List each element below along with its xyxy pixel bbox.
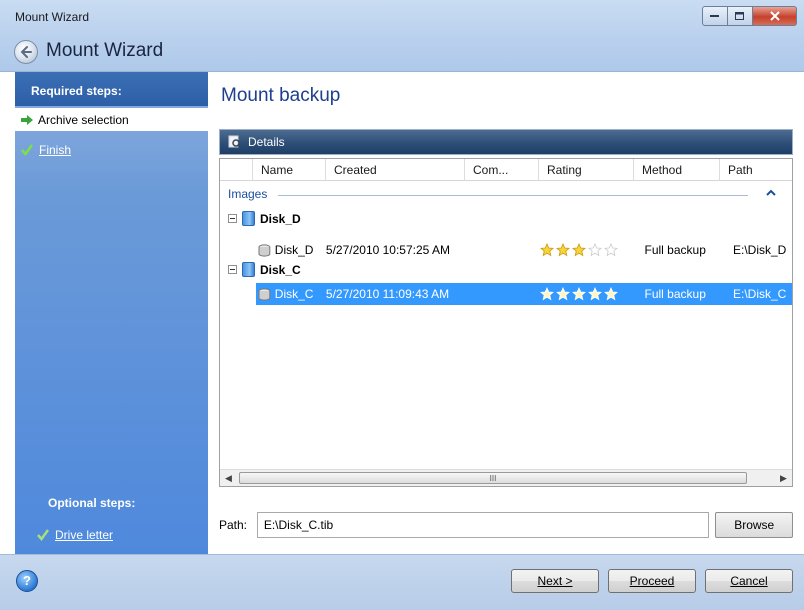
- star-filled-icon[interactable]: [556, 243, 571, 257]
- sidebar-item-drive-letter[interactable]: Drive letter: [37, 528, 113, 542]
- column-header-created[interactable]: Created: [326, 159, 465, 181]
- star-filled-icon[interactable]: [540, 243, 555, 257]
- disk-name: Disk_C: [260, 262, 301, 277]
- path-row: Path: Browse: [219, 510, 793, 540]
- main-pane: Mount backup Details Name Created Com...…: [208, 72, 804, 554]
- check-icon: [21, 143, 33, 156]
- cell-created: 5/27/2010 11:09:43 AM: [325, 287, 450, 301]
- back-arrow-icon: [20, 46, 32, 58]
- cancel-button-label: Cancel: [730, 574, 768, 588]
- current-step-arrow-icon: [21, 114, 33, 125]
- tree-node-disk-d[interactable]: Disk_D: [228, 211, 301, 226]
- column-headers: Name Created Com... Rating Method Path: [220, 159, 792, 181]
- cell-name: Disk_D: [274, 243, 314, 257]
- window-title: Mount Wizard: [15, 10, 90, 24]
- app-title: Mount Wizard: [46, 40, 164, 61]
- star-filled-icon[interactable]: [572, 287, 587, 301]
- next-button[interactable]: Next >: [511, 569, 599, 593]
- table-row[interactable]: Disk_C 5/27/2010 11:09:43 AM Full backup…: [256, 283, 792, 305]
- minimize-icon: [710, 15, 719, 17]
- title-bar: Mount Wizard Mount Wizard: [0, 0, 804, 72]
- path-label: Path:: [219, 518, 248, 532]
- cell-method: Full backup: [644, 287, 706, 301]
- cancel-button[interactable]: Cancel: [705, 569, 793, 593]
- page-title: Mount backup: [221, 85, 341, 106]
- horizontal-scrollbar[interactable]: ◀ III ▶: [220, 469, 792, 486]
- scroll-right-icon[interactable]: ▶: [775, 470, 792, 486]
- column-header-comment[interactable]: Com...: [465, 159, 539, 181]
- proceed-button-label: Proceed: [629, 574, 675, 588]
- cell-created: 5/27/2010 10:57:25 AM: [325, 243, 451, 257]
- details-magnifier-icon: [228, 135, 242, 149]
- star-empty-icon[interactable]: [604, 243, 619, 257]
- star-filled-icon[interactable]: [572, 243, 587, 257]
- star-filled-icon[interactable]: [540, 287, 555, 301]
- details-toggle[interactable]: Details: [219, 129, 793, 155]
- star-filled-icon[interactable]: [556, 287, 571, 301]
- tree-node-disk-c[interactable]: Disk_C: [228, 262, 301, 277]
- help-icon[interactable]: ?: [16, 570, 38, 592]
- cell-path: E:\Disk_C: [733, 287, 787, 301]
- scroll-thumb[interactable]: III: [239, 472, 747, 484]
- sidebar-item-label[interactable]: Finish: [39, 143, 71, 157]
- browse-button[interactable]: Browse: [715, 512, 793, 538]
- column-header-blank: [220, 159, 253, 181]
- column-header-path[interactable]: Path: [720, 159, 792, 181]
- scroll-left-icon[interactable]: ◀: [220, 470, 237, 486]
- sidebar-item-finish[interactable]: Finish: [15, 138, 208, 161]
- group-divider: [278, 195, 748, 196]
- sidebar-item-label[interactable]: Drive letter: [55, 528, 113, 542]
- minimize-button[interactable]: [702, 6, 728, 26]
- close-button[interactable]: [753, 6, 797, 26]
- maximize-button[interactable]: [728, 6, 753, 26]
- star-empty-icon[interactable]: [588, 243, 603, 257]
- sidebar-item-archive-selection[interactable]: Archive selection: [15, 108, 208, 131]
- collapse-toggle[interactable]: [228, 214, 237, 223]
- cell-rating[interactable]: [540, 243, 644, 257]
- column-header-rating[interactable]: Rating: [539, 159, 634, 181]
- back-button[interactable]: [14, 40, 38, 64]
- cell-method: Full backup: [644, 243, 706, 257]
- scroll-thumb-grip: III: [489, 473, 497, 483]
- cell-path: E:\Disk_D: [733, 243, 787, 257]
- cell-rating[interactable]: [540, 287, 644, 301]
- close-icon: [769, 11, 780, 21]
- maximize-icon: [735, 11, 744, 20]
- footer-bar: ? Next > Proceed Cancel: [0, 554, 804, 610]
- check-icon: [37, 529, 49, 541]
- sidebar-item-label: Archive selection: [38, 112, 129, 127]
- details-label: Details: [248, 135, 285, 149]
- required-steps-heading: Required steps:: [15, 72, 208, 106]
- collapse-toggle[interactable]: [228, 265, 237, 274]
- window-controls: [702, 6, 797, 26]
- collapse-chevron-icon[interactable]: [766, 189, 776, 197]
- optional-steps-heading: Optional steps:: [48, 496, 136, 510]
- next-button-label: Next >: [537, 574, 573, 588]
- path-input[interactable]: [256, 512, 710, 538]
- backup-archive-icon: [258, 287, 271, 301]
- disk-icon: [242, 211, 255, 226]
- column-header-name[interactable]: Name: [253, 159, 326, 181]
- column-header-method[interactable]: Method: [634, 159, 720, 181]
- group-label-images: Images: [228, 187, 268, 201]
- disk-name: Disk_D: [260, 211, 301, 226]
- disk-icon: [242, 262, 255, 277]
- backup-list[interactable]: Name Created Com... Rating Method Path I…: [219, 158, 793, 487]
- star-filled-icon[interactable]: [588, 287, 603, 301]
- wizard-sidebar: Required steps: Archive selection Finish…: [15, 72, 208, 554]
- star-filled-icon[interactable]: [604, 287, 619, 301]
- backup-archive-icon: [258, 243, 271, 257]
- table-row[interactable]: Disk_D 5/27/2010 10:57:25 AM Full backup…: [258, 239, 792, 261]
- proceed-button[interactable]: Proceed: [608, 569, 696, 593]
- cell-name: Disk_C: [274, 287, 314, 301]
